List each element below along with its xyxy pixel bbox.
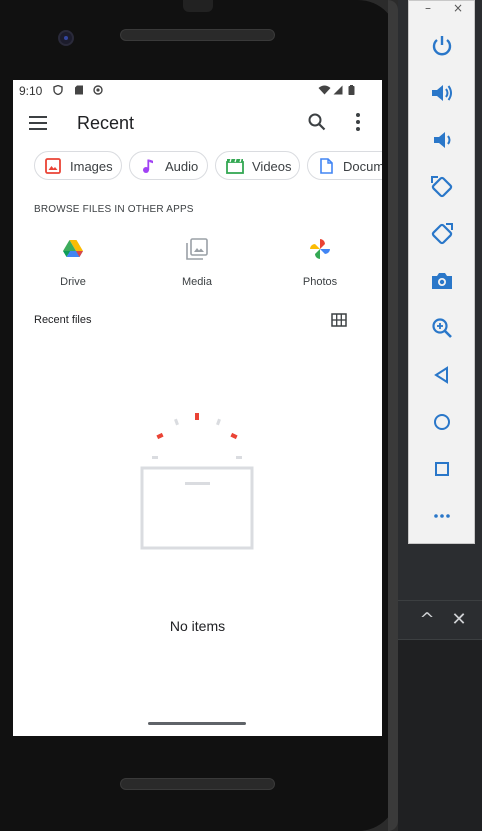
empty-box-illustration [140, 413, 254, 550]
google-drive-icon [63, 240, 83, 257]
browse-section-label: BROWSE FILES IN OTHER APPS [34, 204, 194, 215]
phone-screen: 9:10 Recent Images Audio Videos Docum BR… [13, 80, 382, 736]
bottom-speaker [120, 778, 275, 790]
power-icon [432, 36, 452, 56]
battery-icon [348, 85, 355, 95]
gesture-nav-handle[interactable] [148, 722, 246, 725]
rotate-right-icon [431, 223, 453, 245]
media-gallery-icon [186, 238, 208, 260]
app-drive[interactable]: Drive [33, 238, 113, 288]
app-label: Media [182, 276, 212, 288]
hamburger-menu-icon[interactable] [29, 116, 47, 130]
sync-icon [93, 85, 103, 95]
overview-icon [435, 462, 449, 476]
app-label: Drive [60, 276, 86, 288]
status-bar: 9:10 [13, 80, 382, 100]
back-button[interactable] [429, 362, 455, 388]
google-photos-icon [310, 239, 330, 259]
sim-card-icon [75, 85, 83, 95]
screenshot-button[interactable] [429, 268, 455, 294]
empty-state-text: No items [169, 618, 226, 634]
back-icon [434, 366, 448, 384]
phone-notch [183, 0, 213, 12]
more-button[interactable] [429, 503, 455, 529]
image-icon [45, 158, 61, 174]
app-photos[interactable]: Photos [280, 238, 360, 288]
app-label: Photos [302, 276, 338, 288]
home-icon [434, 414, 450, 430]
app-media[interactable]: Media [157, 238, 237, 288]
more-horiz-icon [434, 514, 450, 518]
zoom-icon [432, 318, 452, 338]
toolbar-titlebar: – × [409, 1, 476, 17]
status-time: 9:10 [19, 84, 43, 98]
chevron-up-icon[interactable]: ^ [416, 609, 438, 631]
close-icon[interactable]: × [453, 1, 463, 15]
volume-up-icon [432, 85, 452, 101]
volume-down-icon [434, 132, 451, 148]
rotate-left-button[interactable] [429, 174, 455, 200]
wifi-icon [318, 85, 331, 95]
volume-down-button[interactable] [429, 127, 455, 153]
grid-view-icon[interactable] [331, 313, 347, 327]
rotate-left-icon [431, 176, 453, 198]
movie-icon [226, 158, 244, 174]
search-icon[interactable] [307, 112, 327, 132]
zoom-button[interactable] [429, 315, 455, 341]
chip-videos[interactable]: Videos [215, 151, 300, 180]
filter-chips: Images Audio Videos Docum [34, 151, 382, 181]
home-button[interactable] [429, 409, 455, 435]
close-icon[interactable]: ✕ [448, 609, 470, 631]
front-camera-icon [58, 30, 74, 46]
chip-images[interactable]: Images [34, 151, 122, 180]
shield-icon [53, 85, 63, 95]
overview-button[interactable] [429, 456, 455, 482]
power-button[interactable] [429, 33, 455, 59]
signal-icon [333, 85, 343, 95]
chip-label: Images [70, 159, 113, 174]
volume-up-button[interactable] [429, 80, 455, 106]
rotate-right-button[interactable] [429, 221, 455, 247]
music-note-icon [143, 159, 153, 173]
chip-documents[interactable]: Docum [307, 151, 382, 180]
more-vert-icon[interactable] [352, 113, 364, 133]
document-icon [320, 158, 333, 174]
ide-panel-bar: ^ ✕ [398, 600, 482, 640]
app-bar: Recent [13, 102, 382, 146]
page-title: Recent [77, 113, 135, 133]
recent-files-label: Recent files [34, 314, 92, 326]
chip-label: Audio [165, 159, 199, 174]
chip-label: Docum [343, 159, 382, 174]
emulator-toolbar: – × [408, 0, 475, 544]
camera-icon [432, 273, 452, 289]
chip-label: Videos [252, 159, 292, 174]
ide-lower-panel [398, 640, 482, 831]
top-speaker [120, 29, 275, 41]
chip-audio[interactable]: Audio [129, 151, 208, 180]
phone-edge [388, 0, 398, 831]
minimize-icon[interactable]: – [425, 1, 431, 15]
